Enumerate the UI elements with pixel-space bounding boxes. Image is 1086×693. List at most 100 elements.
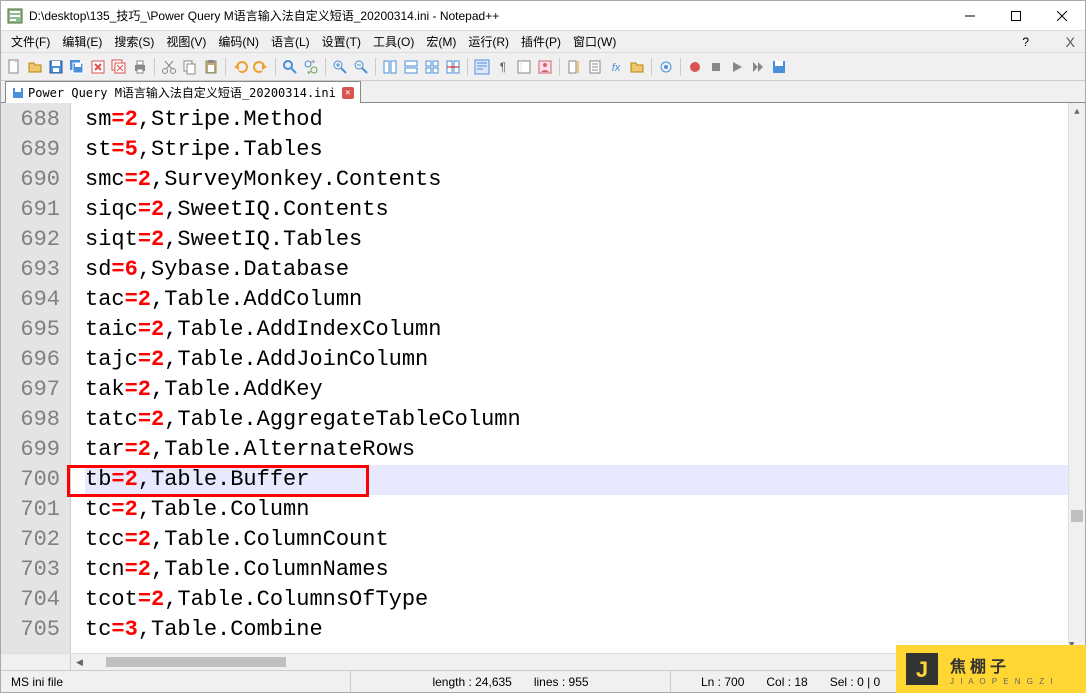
scroll-up-icon[interactable]: ▲ [1069,103,1085,120]
close-all-button[interactable] [110,58,128,76]
menu-window[interactable]: 窗口(W) [567,31,622,52]
code-line[interactable]: tc=2,Table.Column [85,495,1068,525]
sync-line-button[interactable] [444,58,462,76]
code-line[interactable]: tb=2,Table.Buffer [85,465,1068,495]
doc-list-button[interactable] [586,58,604,76]
close-button[interactable] [1039,1,1085,31]
print-button[interactable] [131,58,149,76]
code-line[interactable]: smc=2,SurveyMonkey.Contents [85,165,1068,195]
save-button[interactable] [47,58,65,76]
scroll-left-icon[interactable]: ◀ [71,654,88,670]
line-number[interactable]: 699 [9,435,60,465]
find-button[interactable] [281,58,299,76]
play-multi-button[interactable] [749,58,767,76]
sync-vh-button[interactable] [423,58,441,76]
redo-button[interactable] [252,58,270,76]
line-number[interactable]: 703 [9,555,60,585]
code-line[interactable]: sm=2,Stripe.Method [85,105,1068,135]
scroll-track[interactable] [1069,120,1085,636]
close-tab-icon[interactable]: ✕ [342,87,354,99]
copy-button[interactable] [181,58,199,76]
func-list-button[interactable]: fx [607,58,625,76]
code-line[interactable]: st=5,Stripe.Tables [85,135,1068,165]
new-file-button[interactable] [5,58,23,76]
line-number[interactable]: 700 [9,465,60,495]
code-line[interactable]: tatc=2,Table.AggregateTableColumn [85,405,1068,435]
line-number[interactable]: 688 [9,105,60,135]
code-line[interactable]: tak=2,Table.AddKey [85,375,1068,405]
menu-edit[interactable]: 编辑(E) [56,31,108,52]
line-number[interactable]: 692 [9,225,60,255]
play-button[interactable] [728,58,746,76]
line-number[interactable]: 701 [9,495,60,525]
zoom-out-button[interactable] [352,58,370,76]
maximize-button[interactable] [993,1,1039,31]
paste-button[interactable] [202,58,220,76]
window-buttons [947,1,1085,30]
indent-guide-button[interactable] [515,58,533,76]
line-number[interactable]: 698 [9,405,60,435]
stop-record-button[interactable] [707,58,725,76]
sync-h-button[interactable] [402,58,420,76]
vertical-scrollbar[interactable]: ▲ ▼ [1068,103,1085,653]
menu-search[interactable]: 搜索(S) [108,31,160,52]
line-number[interactable]: 693 [9,255,60,285]
menu-settings[interactable]: 设置(T) [316,31,367,52]
all-chars-button[interactable]: ¶ [494,58,512,76]
sync-v-button[interactable] [381,58,399,76]
menu-encoding[interactable]: 编码(N) [212,31,265,52]
hscroll-thumb[interactable] [106,657,286,667]
toolbar-separator [325,58,326,76]
save-all-button[interactable] [68,58,86,76]
folder-panel-button[interactable] [628,58,646,76]
menu-plugins[interactable]: 插件(P) [515,31,567,52]
code-line[interactable]: tcot=2,Table.ColumnsOfType [85,585,1068,615]
save-macro-button[interactable] [770,58,788,76]
replace-button[interactable] [302,58,320,76]
menu-tools[interactable]: 工具(O) [367,31,420,52]
code-line[interactable]: tcc=2,Table.ColumnCount [85,525,1068,555]
menu-run[interactable]: 运行(R) [462,31,515,52]
record-button[interactable] [686,58,704,76]
cut-button[interactable] [160,58,178,76]
menu-view[interactable]: 视图(V) [160,31,212,52]
line-number[interactable]: 689 [9,135,60,165]
minimize-button[interactable] [947,1,993,31]
doc-map-button[interactable] [565,58,583,76]
code-line[interactable]: tajc=2,Table.AddJoinColumn [85,345,1068,375]
line-number-gutter[interactable]: 6886896906916926936946956966976986997007… [1,103,71,653]
menu-language[interactable]: 语言(L) [265,31,316,52]
line-number[interactable]: 695 [9,315,60,345]
menu-help[interactable]: ? [1016,33,1035,51]
close-file-button[interactable] [89,58,107,76]
code-line[interactable]: tar=2,Table.AlternateRows [85,435,1068,465]
monitor-button[interactable] [657,58,675,76]
menu-close-doc[interactable]: X [1066,34,1075,50]
menu-macro[interactable]: 宏(M) [420,31,462,52]
code-line[interactable]: taic=2,Table.AddIndexColumn [85,315,1068,345]
title-bar[interactable]: D:\desktop\135_技巧_\Power Query M语言输入法自定义… [1,1,1085,31]
line-number[interactable]: 691 [9,195,60,225]
line-number[interactable]: 705 [9,615,60,645]
word-wrap-button[interactable] [473,58,491,76]
lang-user-button[interactable] [536,58,554,76]
scroll-thumb[interactable] [1071,510,1083,522]
line-number[interactable]: 690 [9,165,60,195]
undo-button[interactable] [231,58,249,76]
code-content[interactable]: sm=2,Stripe.Methodst=5,Stripe.Tablessmc=… [71,103,1068,653]
line-number[interactable]: 704 [9,585,60,615]
code-line[interactable]: tcn=2,Table.ColumnNames [85,555,1068,585]
code-line[interactable]: tc=3,Table.Combine [85,615,1068,645]
line-number[interactable]: 696 [9,345,60,375]
open-file-button[interactable] [26,58,44,76]
code-line[interactable]: siqt=2,SweetIQ.Tables [85,225,1068,255]
code-line[interactable]: tac=2,Table.AddColumn [85,285,1068,315]
code-line[interactable]: siqc=2,SweetIQ.Contents [85,195,1068,225]
menu-file[interactable]: 文件(F) [5,31,56,52]
file-tab[interactable]: Power Query M语言输入法自定义短语_20200314.ini ✕ [5,81,361,103]
line-number[interactable]: 694 [9,285,60,315]
zoom-in-button[interactable] [331,58,349,76]
line-number[interactable]: 697 [9,375,60,405]
line-number[interactable]: 702 [9,525,60,555]
code-line[interactable]: sd=6,Sybase.Database [85,255,1068,285]
